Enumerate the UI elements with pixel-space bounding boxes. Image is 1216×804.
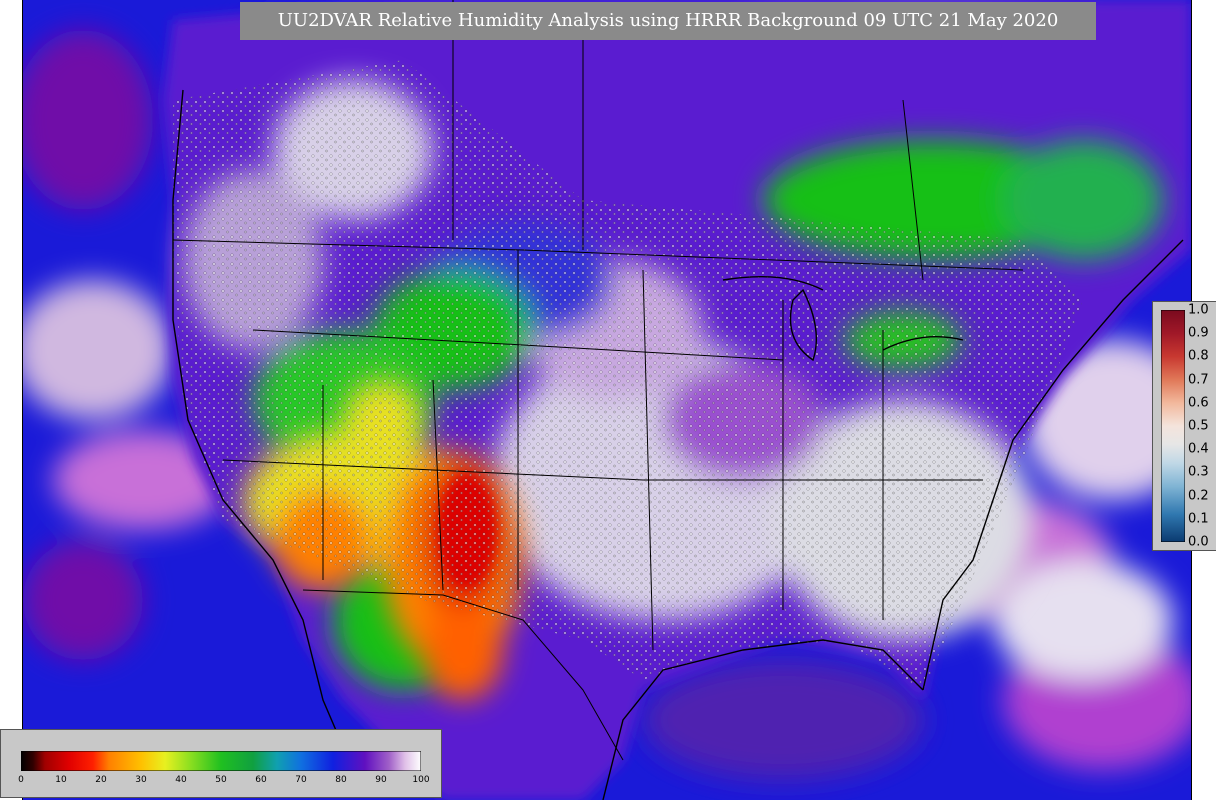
- ratio-tick-label: 0.2: [1188, 488, 1209, 504]
- ratio-tick-label: 1.0: [1188, 302, 1209, 318]
- rh-tick-label: 10: [55, 775, 67, 785]
- map-title: UU2DVAR Relative Humidity Analysis using…: [240, 2, 1096, 40]
- ratio-tick-label: 0.8: [1188, 348, 1209, 364]
- rh-colorbar: [21, 751, 421, 771]
- rh-tick-label: 80: [335, 775, 347, 785]
- ratio-tick-label: 0.9: [1188, 325, 1209, 341]
- rh-tick-label: 100: [412, 775, 430, 785]
- ratio-tick-label: 0.5: [1188, 418, 1209, 434]
- ratio-tick-label: 0.0: [1188, 534, 1209, 550]
- rh-tick-label: 50: [215, 775, 227, 785]
- rh-tick-label: 20: [95, 775, 107, 785]
- ratio-colorbar-legend: 1.0 0.9 0.8 0.7 0.6 0.5 0.4 0.3 0.2 0.1 0.0: [1152, 301, 1216, 551]
- rh-tick-label: 30: [135, 775, 147, 785]
- rh-tick-label: 70: [295, 775, 307, 785]
- ratio-tick-label: 0.1: [1188, 511, 1209, 527]
- rh-tick-label: 60: [255, 775, 267, 785]
- ratio-tick-label: 0.3: [1188, 464, 1209, 480]
- rh-tick-label: 90: [375, 775, 387, 785]
- humidity-map: [13, 0, 1203, 801]
- rh-tick-label: 40: [175, 775, 187, 785]
- rh-colorbar-legend: 0 10 20 30 40 50 60 70 80 90 100: [0, 729, 442, 798]
- rh-tick-label: 0: [18, 775, 24, 785]
- ratio-colorbar: [1161, 310, 1185, 542]
- ratio-tick-label: 0.6: [1188, 395, 1209, 411]
- ratio-tick-label: 0.4: [1188, 441, 1209, 457]
- humidity-field: [13, 0, 1203, 801]
- ratio-tick-label: 0.7: [1188, 372, 1209, 388]
